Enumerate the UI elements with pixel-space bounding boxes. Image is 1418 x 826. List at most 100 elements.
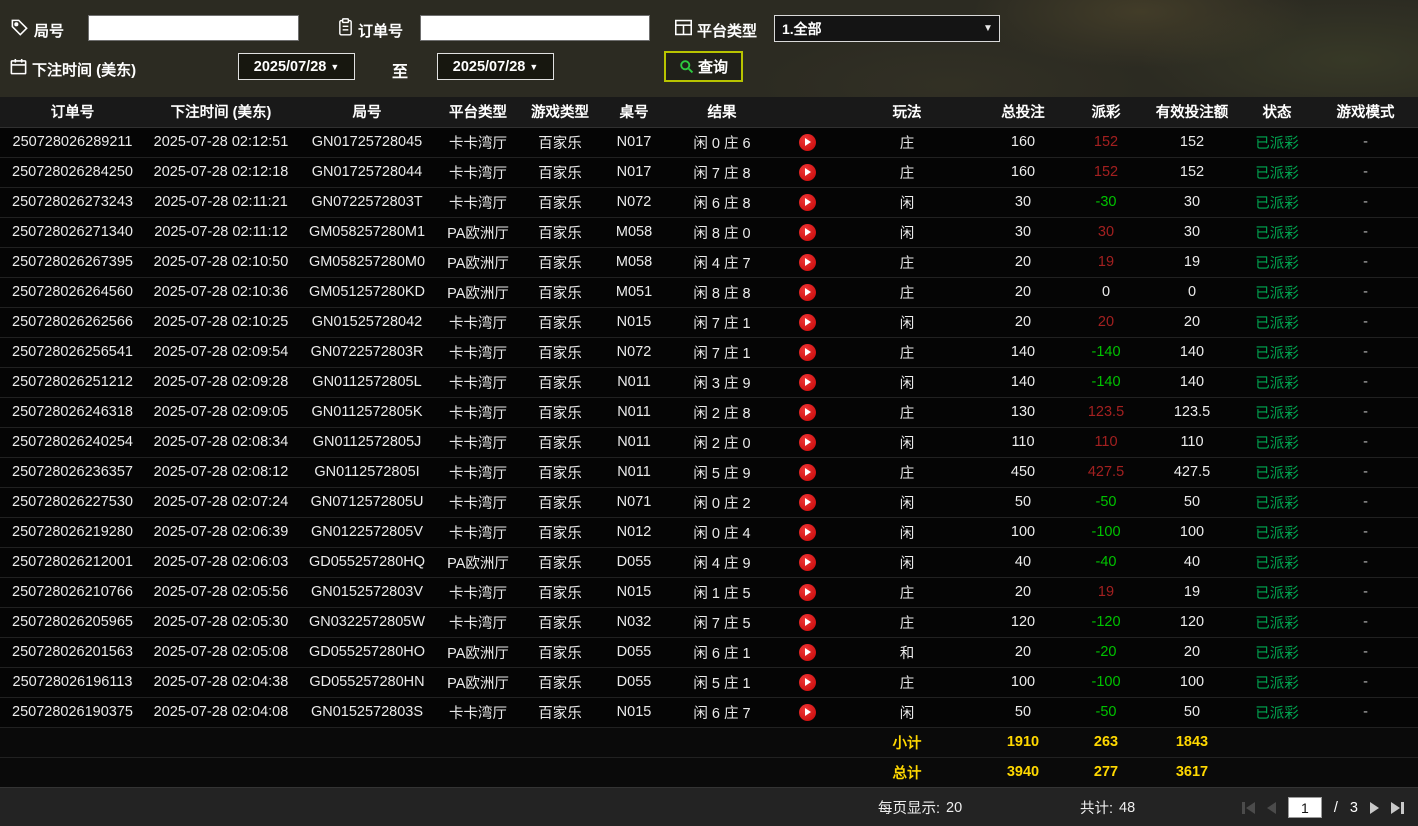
cell-order-no: 250728026251212 bbox=[0, 367, 145, 398]
prev-page-button[interactable] bbox=[1266, 801, 1276, 814]
play-replay-button[interactable] bbox=[798, 403, 816, 421]
round-no-input[interactable] bbox=[88, 15, 299, 41]
cell-table-no: N032 bbox=[601, 607, 667, 638]
cell-result: 闲 6 庄 8 bbox=[667, 187, 777, 218]
cell-payout: -40 bbox=[1069, 547, 1143, 578]
cell-bet-side: 闲 bbox=[837, 427, 977, 458]
cell-platform: PA欧洲厅 bbox=[437, 667, 519, 698]
cell-game-mode: - bbox=[1313, 157, 1418, 188]
date-from-value: 2025/07/28 bbox=[253, 58, 327, 75]
date-to-button[interactable]: 2025/07/28 ▼ bbox=[437, 53, 554, 80]
cell-bet-side: 庄 bbox=[837, 337, 977, 368]
play-replay-button[interactable] bbox=[798, 163, 816, 181]
play-replay-button[interactable] bbox=[798, 583, 816, 601]
cell-game-mode: - bbox=[1313, 337, 1418, 368]
play-replay-button[interactable] bbox=[798, 613, 816, 631]
next-page-button[interactable] bbox=[1370, 801, 1379, 814]
cell-game-type: 百家乐 bbox=[519, 307, 601, 338]
play-replay-button[interactable] bbox=[798, 463, 816, 481]
cell-replay bbox=[777, 157, 837, 188]
cell-game-mode: - bbox=[1313, 577, 1418, 608]
cell-total-bet: 120 bbox=[977, 607, 1069, 638]
cell-payout: 0 bbox=[1069, 277, 1143, 308]
order-no-input[interactable] bbox=[420, 15, 650, 41]
play-replay-button[interactable] bbox=[798, 343, 816, 361]
subtotal-valid-bet: 1843 bbox=[1143, 727, 1241, 758]
cell-payout: -100 bbox=[1069, 667, 1143, 698]
table-row: 250728026251212 2025-07-28 02:09:28 GN01… bbox=[0, 367, 1418, 398]
cell-bet-time: 2025-07-28 02:12:18 bbox=[145, 157, 297, 188]
page-number-input[interactable] bbox=[1287, 797, 1322, 818]
cell-order-no: 250728026236357 bbox=[0, 457, 145, 488]
play-replay-button[interactable] bbox=[798, 553, 816, 571]
play-icon bbox=[805, 468, 811, 476]
cell-payout: -140 bbox=[1069, 367, 1143, 398]
play-replay-button[interactable] bbox=[798, 283, 816, 301]
cell-table-no: N017 bbox=[601, 127, 667, 158]
cell-round-no: GN0112572805K bbox=[297, 397, 437, 428]
cell-bet-time: 2025-07-28 02:10:36 bbox=[145, 277, 297, 308]
cell-payout: 30 bbox=[1069, 217, 1143, 248]
cell-game-mode: - bbox=[1313, 427, 1418, 458]
play-replay-button[interactable] bbox=[798, 433, 816, 451]
cell-status: 已派彩 bbox=[1241, 517, 1313, 548]
play-replay-button[interactable] bbox=[798, 223, 816, 241]
play-replay-button[interactable] bbox=[798, 313, 816, 331]
cell-order-no: 250728026246318 bbox=[0, 397, 145, 428]
col-result: 结果 bbox=[667, 97, 777, 128]
cell-payout: -50 bbox=[1069, 487, 1143, 518]
cell-table-no: N011 bbox=[601, 397, 667, 428]
first-page-icon bbox=[1241, 801, 1245, 814]
platform-type-select[interactable]: 1.全部 ▼ bbox=[774, 15, 1000, 42]
play-replay-button[interactable] bbox=[798, 133, 816, 151]
cell-replay bbox=[777, 517, 837, 548]
total-total-bet: 3940 bbox=[977, 757, 1069, 788]
play-replay-button[interactable] bbox=[798, 493, 816, 511]
play-icon bbox=[805, 168, 811, 176]
cell-valid-bet: 40 bbox=[1143, 547, 1241, 578]
play-icon bbox=[805, 288, 811, 296]
table-row: 250728026262566 2025-07-28 02:10:25 GN01… bbox=[0, 307, 1418, 338]
cell-game-mode: - bbox=[1313, 307, 1418, 338]
play-replay-button[interactable] bbox=[798, 643, 816, 661]
cell-bet-time: 2025-07-28 02:09:28 bbox=[145, 367, 297, 398]
cell-bet-side: 闲 bbox=[837, 307, 977, 338]
cell-table-no: D055 bbox=[601, 637, 667, 668]
to-label: 至 bbox=[392, 64, 409, 81]
cell-total-bet: 140 bbox=[977, 337, 1069, 368]
cell-replay bbox=[777, 397, 837, 428]
first-page-button[interactable] bbox=[1241, 801, 1255, 814]
cell-table-no: M058 bbox=[601, 247, 667, 278]
cell-payout: -30 bbox=[1069, 187, 1143, 218]
cell-total-bet: 20 bbox=[977, 637, 1069, 668]
cell-result: 闲 1 庄 5 bbox=[667, 577, 777, 608]
cell-total-bet: 50 bbox=[977, 697, 1069, 728]
play-icon bbox=[805, 498, 811, 506]
cell-bet-side: 庄 bbox=[837, 667, 977, 698]
cell-bet-time: 2025-07-28 02:08:12 bbox=[145, 457, 297, 488]
play-replay-button[interactable] bbox=[798, 193, 816, 211]
cell-game-type: 百家乐 bbox=[519, 367, 601, 398]
cell-game-type: 百家乐 bbox=[519, 277, 601, 308]
play-replay-button[interactable] bbox=[798, 673, 816, 691]
play-replay-button[interactable] bbox=[798, 373, 816, 391]
last-page-button[interactable] bbox=[1391, 801, 1404, 814]
cell-replay bbox=[777, 697, 837, 728]
per-page-group: 每页显示: 20 bbox=[878, 788, 962, 826]
date-from-button[interactable]: 2025/07/28 ▼ bbox=[238, 53, 355, 80]
cell-game-mode: - bbox=[1313, 607, 1418, 638]
query-button[interactable]: 查询 bbox=[664, 51, 743, 82]
cell-payout: 19 bbox=[1069, 247, 1143, 278]
cell-platform: 卡卡湾厅 bbox=[437, 457, 519, 488]
play-replay-button[interactable] bbox=[798, 253, 816, 271]
cell-table-no: D055 bbox=[601, 667, 667, 698]
cell-status: 已派彩 bbox=[1241, 577, 1313, 608]
play-replay-button[interactable] bbox=[798, 703, 816, 721]
cell-round-no: GM058257280M1 bbox=[297, 217, 437, 248]
cell-order-no: 250728026273243 bbox=[0, 187, 145, 218]
cell-order-no: 250728026201563 bbox=[0, 637, 145, 668]
cell-round-no: GN0152572803V bbox=[297, 577, 437, 608]
cell-replay bbox=[777, 667, 837, 698]
play-replay-button[interactable] bbox=[798, 523, 816, 541]
cell-total-bet: 450 bbox=[977, 457, 1069, 488]
